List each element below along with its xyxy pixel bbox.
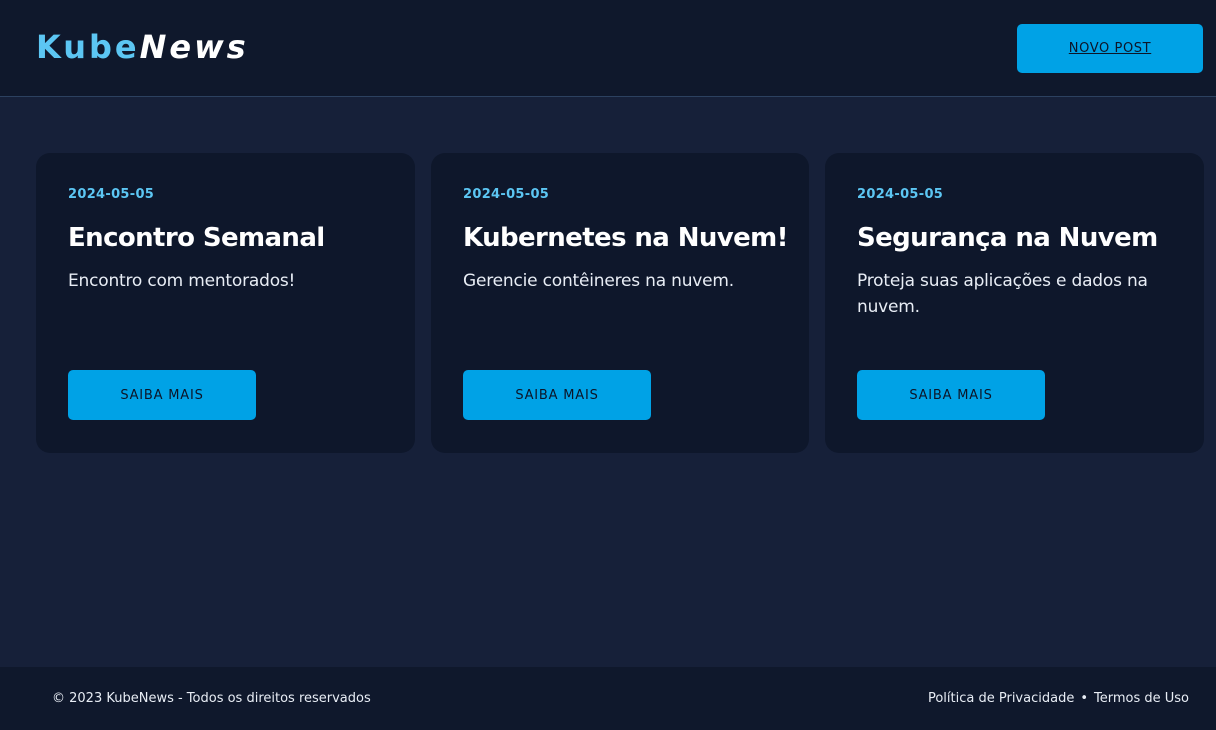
post-date: 2024-05-05 (857, 187, 944, 202)
privacy-policy-link[interactable]: Política de Privacidade (928, 691, 1074, 706)
post-card: 2024-05-05 Encontro Semanal Encontro com… (36, 153, 415, 453)
terms-of-use-link[interactable]: Termos de Uso (1094, 691, 1189, 706)
post-date: 2024-05-05 (68, 187, 155, 202)
read-more-button[interactable]: SAIBA MAIS (68, 370, 256, 420)
new-post-button[interactable]: NOVO POST (1017, 24, 1203, 73)
footer-links: Política de Privacidade • Termos de Uso (928, 691, 1189, 706)
site-logo[interactable]: KubeNews (36, 27, 249, 67)
logo-kube: Kube (36, 28, 140, 66)
read-more-button[interactable]: SAIBA MAIS (463, 370, 651, 420)
post-card: 2024-05-05 Kubernetes na Nuvem! Gerencie… (431, 153, 809, 453)
footer-separator: • (1080, 691, 1088, 706)
logo-news: News (139, 28, 249, 66)
site-footer: © 2023 KubeNews - Todos os direitos rese… (0, 667, 1216, 730)
post-title: Segurança na Nuvem (857, 223, 1158, 253)
post-date: 2024-05-05 (463, 187, 550, 202)
post-card: 2024-05-05 Segurança na Nuvem Proteja su… (825, 153, 1204, 453)
copyright-text: © 2023 KubeNews - Todos os direitos rese… (52, 691, 371, 706)
post-title: Encontro Semanal (68, 223, 325, 253)
post-description: Encontro com mentorados! (68, 271, 296, 291)
post-title: Kubernetes na Nuvem! (463, 223, 789, 253)
post-description: Proteja suas aplicações e dados na nuvem… (857, 271, 1148, 317)
post-description: Gerencie contêineres na nuvem. (463, 271, 734, 291)
site-header: KubeNews NOVO POST (0, 0, 1216, 97)
read-more-button[interactable]: SAIBA MAIS (857, 370, 1045, 420)
